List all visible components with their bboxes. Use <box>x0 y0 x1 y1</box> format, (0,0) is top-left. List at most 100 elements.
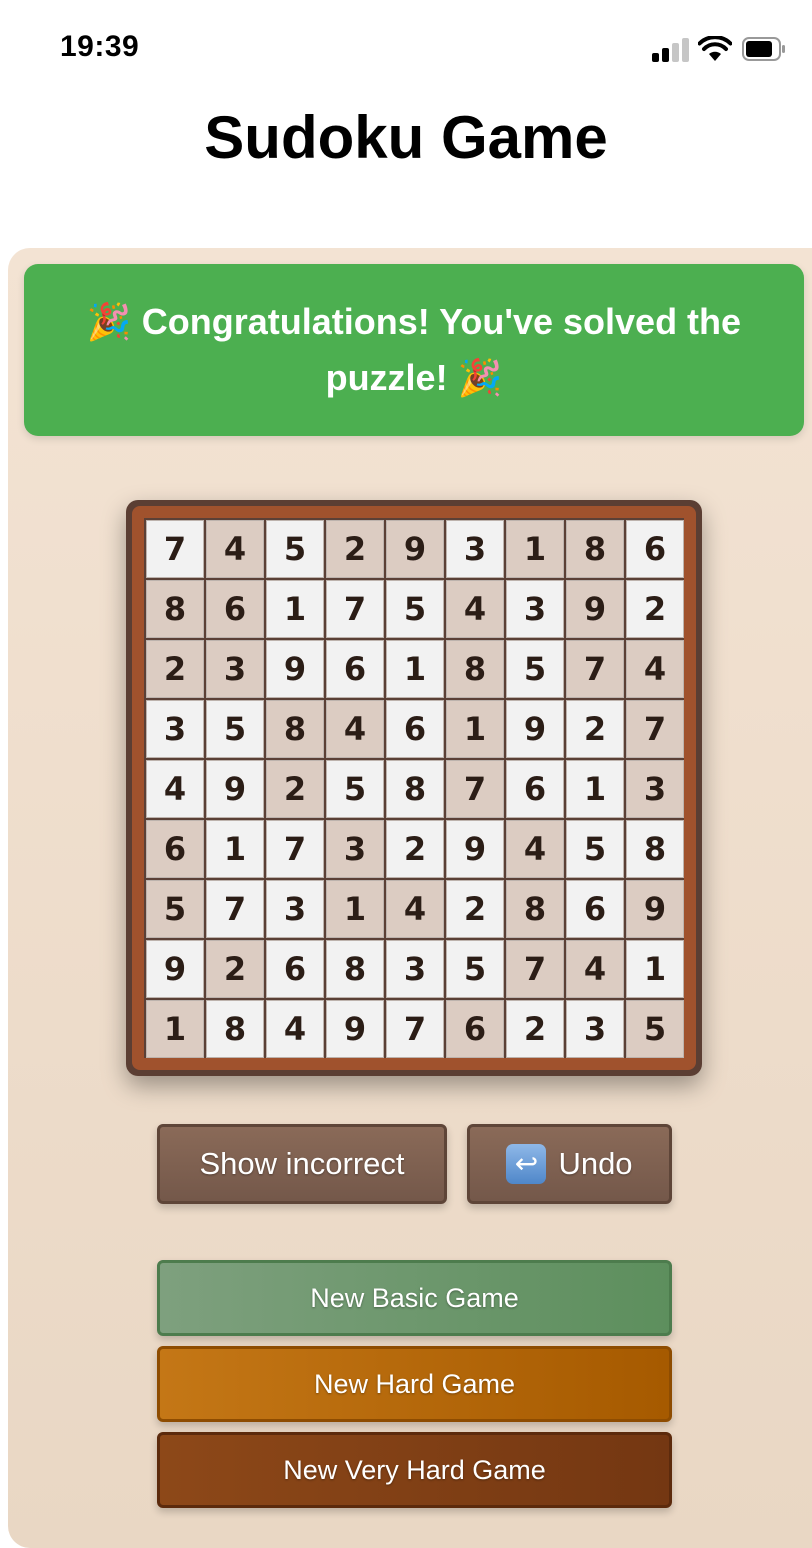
sudoku-cell-r7-c3[interactable]: 3 <box>266 880 324 938</box>
sudoku-cell-r9-c1[interactable]: 1 <box>146 1000 204 1058</box>
sudoku-cell-r2-c6[interactable]: 4 <box>446 580 504 638</box>
sudoku-cell-r5-c1[interactable]: 4 <box>146 760 204 818</box>
sudoku-cell-r6-c1[interactable]: 6 <box>146 820 204 878</box>
sudoku-cell-r1-c9[interactable]: 6 <box>626 520 684 578</box>
sudoku-cell-r8-c9[interactable]: 1 <box>626 940 684 998</box>
sudoku-cell-r9-c2[interactable]: 8 <box>206 1000 264 1058</box>
sudoku-cell-r2-c3[interactable]: 1 <box>266 580 324 638</box>
sudoku-cell-r9-c4[interactable]: 9 <box>326 1000 384 1058</box>
sudoku-cell-r7-c1[interactable]: 5 <box>146 880 204 938</box>
undo-arrow-icon: ↩ <box>506 1144 547 1184</box>
sudoku-cell-r5-c2[interactable]: 9 <box>206 760 264 818</box>
sudoku-cell-r3-c7[interactable]: 5 <box>506 640 564 698</box>
page-title: Sudoku Game <box>204 104 608 171</box>
sudoku-cell-r3-c5[interactable]: 1 <box>386 640 444 698</box>
sudoku-cell-r9-c9[interactable]: 5 <box>626 1000 684 1058</box>
sudoku-cell-r9-c6[interactable]: 6 <box>446 1000 504 1058</box>
sudoku-cell-r3-c9[interactable]: 4 <box>626 640 684 698</box>
sudoku-cell-r2-c9[interactable]: 2 <box>626 580 684 638</box>
sudoku-cell-r4-c7[interactable]: 9 <box>506 700 564 758</box>
sudoku-cell-r7-c7[interactable]: 8 <box>506 880 564 938</box>
sudoku-cell-r3-c1[interactable]: 2 <box>146 640 204 698</box>
wifi-icon <box>698 36 732 61</box>
sudoku-board: 7452931868617543922396185743584619274925… <box>144 518 684 1058</box>
show-incorrect-button[interactable]: Show incorrect <box>157 1124 447 1204</box>
sudoku-cell-r8-c5[interactable]: 3 <box>386 940 444 998</box>
new-basic-game-label: New Basic Game <box>310 1282 519 1313</box>
new-very-hard-game-button[interactable]: New Very Hard Game <box>157 1432 672 1508</box>
sudoku-cell-r6-c2[interactable]: 1 <box>206 820 264 878</box>
sudoku-cell-r7-c4[interactable]: 1 <box>326 880 384 938</box>
battery-icon <box>742 37 785 61</box>
sudoku-cell-r1-c5[interactable]: 9 <box>386 520 444 578</box>
sudoku-cell-r5-c3[interactable]: 2 <box>266 760 324 818</box>
sudoku-cell-r5-c4[interactable]: 5 <box>326 760 384 818</box>
sudoku-cell-r3-c6[interactable]: 8 <box>446 640 504 698</box>
sudoku-cell-r4-c9[interactable]: 7 <box>626 700 684 758</box>
sudoku-cell-r1-c4[interactable]: 2 <box>326 520 384 578</box>
sudoku-cell-r2-c4[interactable]: 7 <box>326 580 384 638</box>
sudoku-cell-r4-c2[interactable]: 5 <box>206 700 264 758</box>
sudoku-cell-r1-c8[interactable]: 8 <box>566 520 624 578</box>
sudoku-cell-r5-c7[interactable]: 6 <box>506 760 564 818</box>
sudoku-cell-r4-c3[interactable]: 8 <box>266 700 324 758</box>
sudoku-cell-r8-c6[interactable]: 5 <box>446 940 504 998</box>
sudoku-cell-r3-c4[interactable]: 6 <box>326 640 384 698</box>
sudoku-cell-r7-c2[interactable]: 7 <box>206 880 264 938</box>
status-bar: 19:39 <box>0 0 812 100</box>
sudoku-cell-r2-c5[interactable]: 5 <box>386 580 444 638</box>
sudoku-cell-r8-c4[interactable]: 8 <box>326 940 384 998</box>
sudoku-cell-r9-c8[interactable]: 3 <box>566 1000 624 1058</box>
sudoku-cell-r1-c6[interactable]: 3 <box>446 520 504 578</box>
sudoku-cell-r7-c8[interactable]: 6 <box>566 880 624 938</box>
sudoku-cell-r5-c6[interactable]: 7 <box>446 760 504 818</box>
sudoku-cell-r6-c7[interactable]: 4 <box>506 820 564 878</box>
sudoku-cell-r6-c6[interactable]: 9 <box>446 820 504 878</box>
sudoku-cell-r5-c5[interactable]: 8 <box>386 760 444 818</box>
sudoku-cell-r8-c8[interactable]: 4 <box>566 940 624 998</box>
sudoku-cell-r9-c5[interactable]: 7 <box>386 1000 444 1058</box>
sudoku-cell-r3-c3[interactable]: 9 <box>266 640 324 698</box>
sudoku-cell-r6-c4[interactable]: 3 <box>326 820 384 878</box>
sudoku-cell-r4-c4[interactable]: 4 <box>326 700 384 758</box>
status-time: 19:39 <box>60 30 140 63</box>
sudoku-cell-r9-c3[interactable]: 4 <box>266 1000 324 1058</box>
sudoku-cell-r7-c9[interactable]: 9 <box>626 880 684 938</box>
sudoku-cell-r1-c1[interactable]: 7 <box>146 520 204 578</box>
sudoku-cell-r2-c7[interactable]: 3 <box>506 580 564 638</box>
sudoku-cell-r3-c2[interactable]: 3 <box>206 640 264 698</box>
new-very-hard-game-label: New Very Hard Game <box>283 1454 546 1485</box>
cellular-signal-icon <box>652 38 690 62</box>
new-hard-game-label: New Hard Game <box>313 1368 516 1399</box>
sudoku-cell-r2-c1[interactable]: 8 <box>146 580 204 638</box>
sudoku-cell-r3-c8[interactable]: 7 <box>566 640 624 698</box>
sudoku-cell-r8-c1[interactable]: 9 <box>146 940 204 998</box>
sudoku-cell-r6-c8[interactable]: 5 <box>566 820 624 878</box>
sudoku-cell-r4-c1[interactable]: 3 <box>146 700 204 758</box>
new-basic-game-button[interactable]: New Basic Game <box>157 1260 672 1336</box>
sudoku-cell-r6-c3[interactable]: 7 <box>266 820 324 878</box>
sudoku-cell-r1-c2[interactable]: 4 <box>206 520 264 578</box>
sudoku-cell-r4-c6[interactable]: 1 <box>446 700 504 758</box>
sudoku-cell-r4-c5[interactable]: 6 <box>386 700 444 758</box>
sudoku-cell-r9-c7[interactable]: 2 <box>506 1000 564 1058</box>
sudoku-cell-r2-c8[interactable]: 9 <box>566 580 624 638</box>
sudoku-cell-r1-c7[interactable]: 1 <box>506 520 564 578</box>
sudoku-cell-r1-c3[interactable]: 5 <box>266 520 324 578</box>
sudoku-cell-r4-c8[interactable]: 2 <box>566 700 624 758</box>
sudoku-cell-r2-c2[interactable]: 6 <box>206 580 264 638</box>
sudoku-cell-r8-c2[interactable]: 2 <box>206 940 264 998</box>
sudoku-cell-r8-c3[interactable]: 6 <box>266 940 324 998</box>
sudoku-cell-r7-c6[interactable]: 2 <box>446 880 504 938</box>
sudoku-cell-r6-c9[interactable]: 8 <box>626 820 684 878</box>
success-banner: 🎉 Congratulations! You've solved the puz… <box>24 264 804 436</box>
new-hard-game-button[interactable]: New Hard Game <box>157 1346 672 1422</box>
sudoku-cell-r6-c5[interactable]: 2 <box>386 820 444 878</box>
undo-label: Undo <box>558 1146 633 1181</box>
sudoku-cell-r5-c8[interactable]: 1 <box>566 760 624 818</box>
sudoku-cell-r8-c7[interactable]: 7 <box>506 940 564 998</box>
show-incorrect-label: Show incorrect <box>199 1146 405 1181</box>
sudoku-cell-r7-c5[interactable]: 4 <box>386 880 444 938</box>
undo-button[interactable]: ↩ Undo <box>467 1124 672 1204</box>
sudoku-cell-r5-c9[interactable]: 3 <box>626 760 684 818</box>
